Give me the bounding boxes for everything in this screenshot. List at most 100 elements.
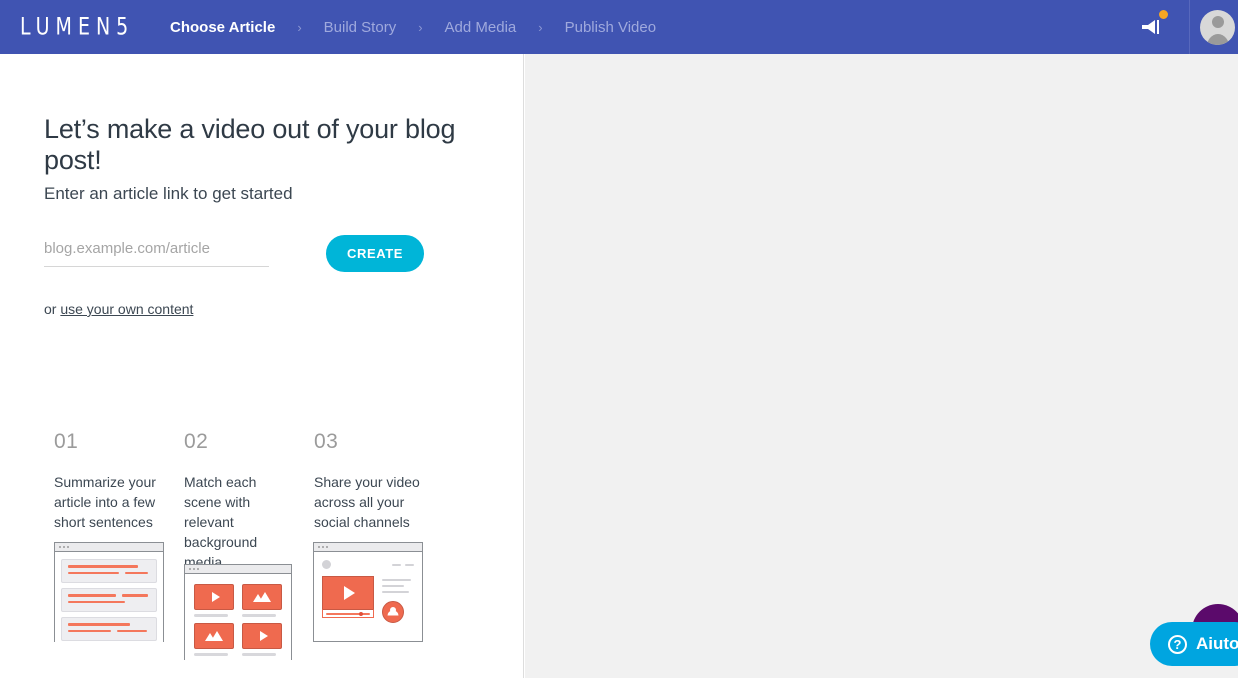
media-caption-line <box>242 614 276 617</box>
media-grid <box>194 584 282 656</box>
text-line <box>68 623 130 626</box>
article-url-input[interactable] <box>44 240 269 267</box>
step-description: Share your video across all your social … <box>314 474 420 530</box>
browser-titlebar <box>185 565 291 574</box>
media-tile-video <box>194 584 234 617</box>
text-line <box>68 565 138 568</box>
question-circle-icon: ? <box>1168 634 1187 654</box>
media-caption-line <box>194 614 228 617</box>
text-line <box>122 594 149 597</box>
window-dot-icon <box>67 546 69 548</box>
browser-content <box>314 552 422 631</box>
avatar <box>1200 9 1235 45</box>
window-dot-icon <box>63 546 65 548</box>
window-dot-icon <box>322 546 324 548</box>
breadcrumb-separator-icon: › <box>297 19 302 35</box>
progress-track <box>326 612 370 615</box>
image-icon <box>253 592 271 602</box>
step-description: Summarize your article into a few short … <box>54 474 156 530</box>
preview-panel <box>525 54 1238 678</box>
nav-link-line <box>392 563 401 566</box>
media-caption-line <box>194 653 228 656</box>
help-chat-label: Aiuto <box>1196 634 1238 653</box>
play-icon <box>344 586 355 600</box>
text-line <box>68 594 116 597</box>
browser-content <box>55 552 163 648</box>
text-line <box>382 585 405 587</box>
window-dot-icon <box>193 568 195 570</box>
create-button[interactable]: CREATE <box>326 235 425 272</box>
header-actions <box>1113 0 1238 54</box>
media-caption-line <box>242 653 276 656</box>
profile-header-row <box>322 560 414 569</box>
browser-titlebar <box>55 543 163 552</box>
intro-section: Let’s make a video out of your blog post… <box>44 114 504 317</box>
progress-knob <box>359 611 363 616</box>
text-block-card <box>61 559 157 583</box>
alternate-prefix: or <box>44 301 61 317</box>
post-text-and-share <box>382 576 414 623</box>
window-dot-icon <box>318 546 320 548</box>
browser-titlebar <box>314 543 422 552</box>
text-block-card <box>61 588 157 612</box>
media-tile-video <box>242 623 282 656</box>
breadcrumb-step-publish-video[interactable]: Publish Video <box>565 19 656 36</box>
notification-badge <box>1157 8 1170 21</box>
video-player <box>322 576 374 623</box>
app-header: LUMEN5 Choose Article › Build Story › Ad… <box>0 0 1238 54</box>
breadcrumb-separator-icon: › <box>418 19 423 35</box>
window-dot-icon <box>326 546 328 548</box>
share-upload-icon <box>382 601 404 623</box>
image-icon <box>205 631 223 641</box>
left-panel: Let’s make a video out of your blog post… <box>0 54 524 678</box>
post-body <box>322 576 414 623</box>
video-progress-bar <box>322 609 374 618</box>
step-number: 02 <box>184 430 209 453</box>
media-thumb <box>194 584 234 610</box>
page-subtitle: Enter an article link to get started <box>44 184 293 203</box>
step-description: Match each scene with relevant backgroun… <box>184 474 258 570</box>
help-chat-button[interactable]: ? Aiuto <box>1150 622 1238 666</box>
text-block-card <box>61 617 157 641</box>
text-line <box>68 601 126 603</box>
step-02: 02 Match each scene with relevant backgr… <box>184 430 292 572</box>
article-url-form: CREATE <box>44 235 504 272</box>
nav-link-line <box>405 563 414 566</box>
article-text-blocks-illustration <box>54 542 164 648</box>
profile-avatar-icon <box>322 560 331 569</box>
media-tile-image <box>194 623 234 656</box>
video-share-illustration <box>313 542 423 642</box>
text-line <box>382 579 412 581</box>
text-line <box>125 572 149 574</box>
breadcrumb-separator-icon: › <box>538 19 543 35</box>
megaphone-icon <box>1142 20 1159 34</box>
breadcrumb: Choose Article › Build Story › Add Media… <box>170 0 656 54</box>
media-thumb <box>194 623 234 649</box>
text-line <box>68 630 111 632</box>
play-icon <box>211 592 220 602</box>
step-number: 03 <box>314 430 339 453</box>
user-menu-button[interactable] <box>1190 0 1238 54</box>
breadcrumb-step-add-media[interactable]: Add Media <box>445 19 517 36</box>
window-dot-icon <box>59 546 61 548</box>
media-thumb <box>242 584 282 610</box>
text-line <box>117 630 147 632</box>
breadcrumb-step-choose-article[interactable]: Choose Article <box>170 19 275 36</box>
window-dot-icon <box>197 568 199 570</box>
announcements-button[interactable] <box>1113 0 1189 54</box>
text-line <box>68 572 119 574</box>
media-thumb <box>242 623 282 649</box>
video-screen <box>322 576 374 609</box>
breadcrumb-step-build-story[interactable]: Build Story <box>324 19 397 36</box>
text-line <box>382 591 409 593</box>
use-own-content-link[interactable]: use your own content <box>60 301 193 317</box>
browser-content <box>185 574 291 666</box>
window-dot-icon <box>189 568 191 570</box>
play-icon <box>259 631 268 641</box>
nav-links <box>388 563 414 566</box>
media-grid-illustration <box>184 564 292 666</box>
lumen5-logo[interactable]: LUMEN5 <box>20 13 128 41</box>
alternate-option: or use your own content <box>44 301 504 317</box>
page-title: Let’s make a video out of your blog post… <box>44 114 456 175</box>
media-tile-image <box>242 584 282 617</box>
